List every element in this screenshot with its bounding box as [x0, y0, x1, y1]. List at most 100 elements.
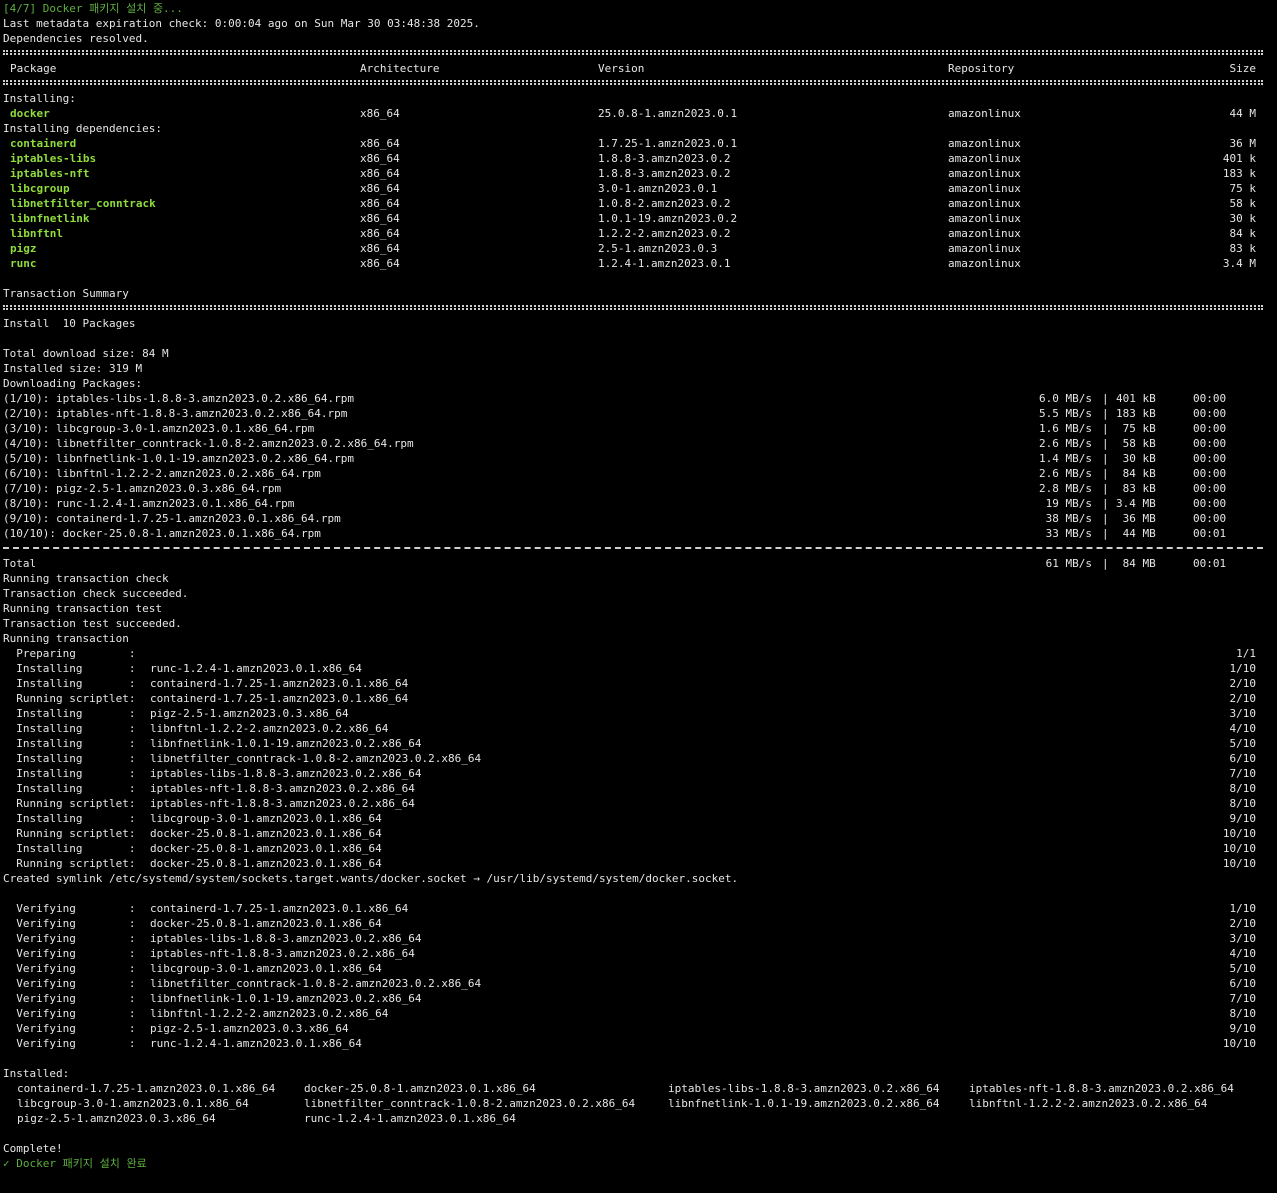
download-speed: 19 MB/s: [1039, 497, 1092, 510]
package-version: 1.7.25-1.amzn2023.0.1: [598, 137, 738, 150]
download-file: (10/10): docker-25.0.8-1.amzn2023.0.1.x8…: [3, 527, 321, 540]
package-repo: amazonlinux: [948, 257, 1021, 270]
step-target: libcgroup-3.0-1.amzn2023.0.1.x86_64: [150, 962, 382, 975]
package-row: pigz x86_64 2.5-1.amzn2023.0.3 amazonlinux 8…: [0, 241, 1277, 256]
package-name: iptables-nft: [10, 167, 90, 180]
step-target: runc-1.2.4-1.amzn2023.0.1.x86_64: [150, 662, 362, 675]
install-count: Install 10 Packages: [0, 316, 1277, 331]
verify-step: Verifying : docker-25.0.8-1.amzn2023.0.1.…: [0, 916, 1277, 931]
package-version: 1.8.8-3.amzn2023.0.2: [598, 167, 731, 180]
step-count: 10/10: [1222, 857, 1256, 870]
complete-message: Complete!: [0, 1141, 1277, 1156]
package-arch: x86_64: [360, 257, 400, 270]
package-version: 1.0.1-19.amzn2023.0.2: [598, 212, 738, 225]
transaction-step: Installing : docker-25.0.8-1.amzn2023.0.1…: [0, 841, 1277, 856]
column-separator: |: [1102, 392, 1109, 405]
total-download-size: Total download size: 84 M: [0, 346, 1277, 361]
package-size: 30 k: [1229, 212, 1257, 225]
column-header-size: Size: [1229, 62, 1257, 75]
download-size: 58 kB: [1116, 437, 1156, 450]
status-done: ✓ Docker 패키지 설치 완료: [0, 1156, 1277, 1171]
package-size: 83 k: [1229, 242, 1257, 255]
download-file: (9/10): containerd-1.7.25-1.amzn2023.0.1…: [3, 512, 341, 525]
package-row: containerd x86_64 1.7.25-1.amzn2023.0.1 ama…: [0, 136, 1277, 151]
package-repo: amazonlinux: [948, 227, 1021, 240]
transaction-line: Running transaction: [0, 631, 1277, 646]
package-size: 3.4 M: [1222, 257, 1256, 270]
step-count: 1/1: [1236, 647, 1256, 660]
step-count: 10/10: [1222, 842, 1256, 855]
column-header: Architecture: [360, 62, 440, 75]
step-target: iptables-nft-1.8.8-3.amzn2023.0.2.x86_64: [150, 797, 415, 810]
download-size: 83 kB: [1116, 482, 1156, 495]
column-separator: |: [1102, 437, 1109, 450]
verify-step: Verifying : pigz-2.5-1.amzn2023.0.3.x86_6…: [0, 1021, 1277, 1036]
downloading-label-text: Downloading Packages:: [3, 377, 143, 390]
step-count: 3/10: [1229, 932, 1257, 945]
step-target: runc-1.2.4-1.amzn2023.0.1.x86_64: [150, 1037, 362, 1050]
package-row: libcgroup x86_64 3.0-1.amzn2023.0.1 amazonl…: [0, 181, 1277, 196]
step-count: 5/10: [1229, 962, 1257, 975]
download-speed: 2.6 MB/s: [1039, 437, 1092, 450]
package-repo: amazonlinux: [948, 107, 1021, 120]
installed-package: runc-1.2.4-1.amzn2023.0.1.x86_64: [304, 1112, 516, 1125]
step-action: Running scriptlet:: [3, 692, 136, 705]
terminal-output[interactable]: [4/7] Docker 패키지 설치 중... Last metadata ex…: [0, 0, 1277, 1193]
step-action: Verifying :: [3, 992, 136, 1005]
download-row: (3/10): libcgroup-3.0-1.amzn2023.0.1.x86…: [0, 421, 1277, 436]
column-separator: |: [1102, 557, 1109, 570]
column-header: Version: [598, 62, 645, 75]
installed-label: Installed:: [0, 1066, 1277, 1081]
step-action: Verifying :: [3, 962, 136, 975]
transaction-line: Transaction check succeeded.: [0, 586, 1277, 601]
package-arch: x86_64: [360, 182, 400, 195]
status-start-text: [4/7] Docker 패키지 설치 중...: [3, 2, 183, 15]
step-count: 2/10: [1229, 692, 1257, 705]
package-name: libnftnl: [10, 227, 63, 240]
download-size: 30 kB: [1116, 452, 1156, 465]
step-target: iptables-libs-1.8.8-3.amzn2023.0.2.x86_6…: [150, 932, 422, 945]
step-count: 7/10: [1229, 992, 1257, 1005]
status-start: [4/7] Docker 패키지 설치 중...: [0, 1, 1277, 16]
download-file: (1/10): iptables-libs-1.8.8-3.amzn2023.0…: [3, 392, 354, 405]
verify-step: Verifying : libcgroup-3.0-1.amzn2023.0.1.…: [0, 961, 1277, 976]
installed-row: pigz-2.5-1.amzn2023.0.3.x86_64 runc-1.2.4…: [0, 1111, 1277, 1126]
column-separator: |: [1102, 482, 1109, 495]
verify-step: Verifying : libnetfilter_conntrack-1.0.8-…: [0, 976, 1277, 991]
column-header: Repository: [948, 62, 1015, 75]
step-target: pigz-2.5-1.amzn2023.0.3.x86_64: [150, 1022, 349, 1035]
installed-row: libcgroup-3.0-1.amzn2023.0.1.x86_64 libne…: [0, 1096, 1277, 1111]
step-count: 9/10: [1229, 1022, 1257, 1035]
step-target: libnftnl-1.2.2-2.amzn2023.0.2.x86_64: [150, 722, 389, 735]
transaction-line-text: Running transaction: [3, 632, 129, 645]
column-separator: |: [1102, 512, 1109, 525]
step-target: containerd-1.7.25-1.amzn2023.0.1.x86_64: [150, 677, 409, 690]
downloading-label: Downloading Packages:: [0, 376, 1277, 391]
verify-step: Verifying : libnftnl-1.2.2-2.amzn2023.0.2…: [0, 1006, 1277, 1021]
package-size: 75 k: [1229, 182, 1257, 195]
step-target: pigz-2.5-1.amzn2023.0.3.x86_64: [150, 707, 349, 720]
column-separator: |: [1102, 422, 1109, 435]
download-size: 84 kB: [1116, 467, 1156, 480]
package-row: runc x86_64 1.2.4-1.amzn2023.0.1 amazonlinu…: [0, 256, 1277, 271]
verify-step: Verifying : containerd-1.7.25-1.amzn2023.…: [0, 901, 1277, 916]
package-version: 2.5-1.amzn2023.0.3: [598, 242, 718, 255]
download-file: (5/10): libnfnetlink-1.0.1-19.amzn2023.0…: [3, 452, 354, 465]
transaction-step: Installing : containerd-1.7.25-1.amzn2023…: [0, 676, 1277, 691]
package-arch: x86_64: [360, 212, 400, 225]
download-row: (5/10): libnfnetlink-1.0.1-19.amzn2023.0…: [0, 451, 1277, 466]
transaction-step: Running scriptlet: docker-25.0.8-1.amzn20…: [0, 856, 1277, 871]
installed-package: libnftnl-1.2.2-2.amzn2023.0.2.x86_64: [969, 1097, 1208, 1110]
transaction-step: Installing : runc-1.2.4-1.amzn2023.0.1.x8…: [0, 661, 1277, 676]
step-target: libnetfilter_conntrack-1.0.8-2.amzn2023.…: [150, 977, 482, 990]
installed-row: containerd-1.7.25-1.amzn2023.0.1.x86_64 d…: [0, 1081, 1277, 1096]
step-action: Verifying :: [3, 947, 136, 960]
step-count: 6/10: [1229, 752, 1257, 765]
step-action: Verifying :: [3, 1007, 136, 1020]
package-arch: x86_64: [360, 167, 400, 180]
step-target: libnfnetlink-1.0.1-19.amzn2023.0.2.x86_6…: [150, 992, 422, 1005]
download-time: 00:01: [1193, 557, 1227, 570]
